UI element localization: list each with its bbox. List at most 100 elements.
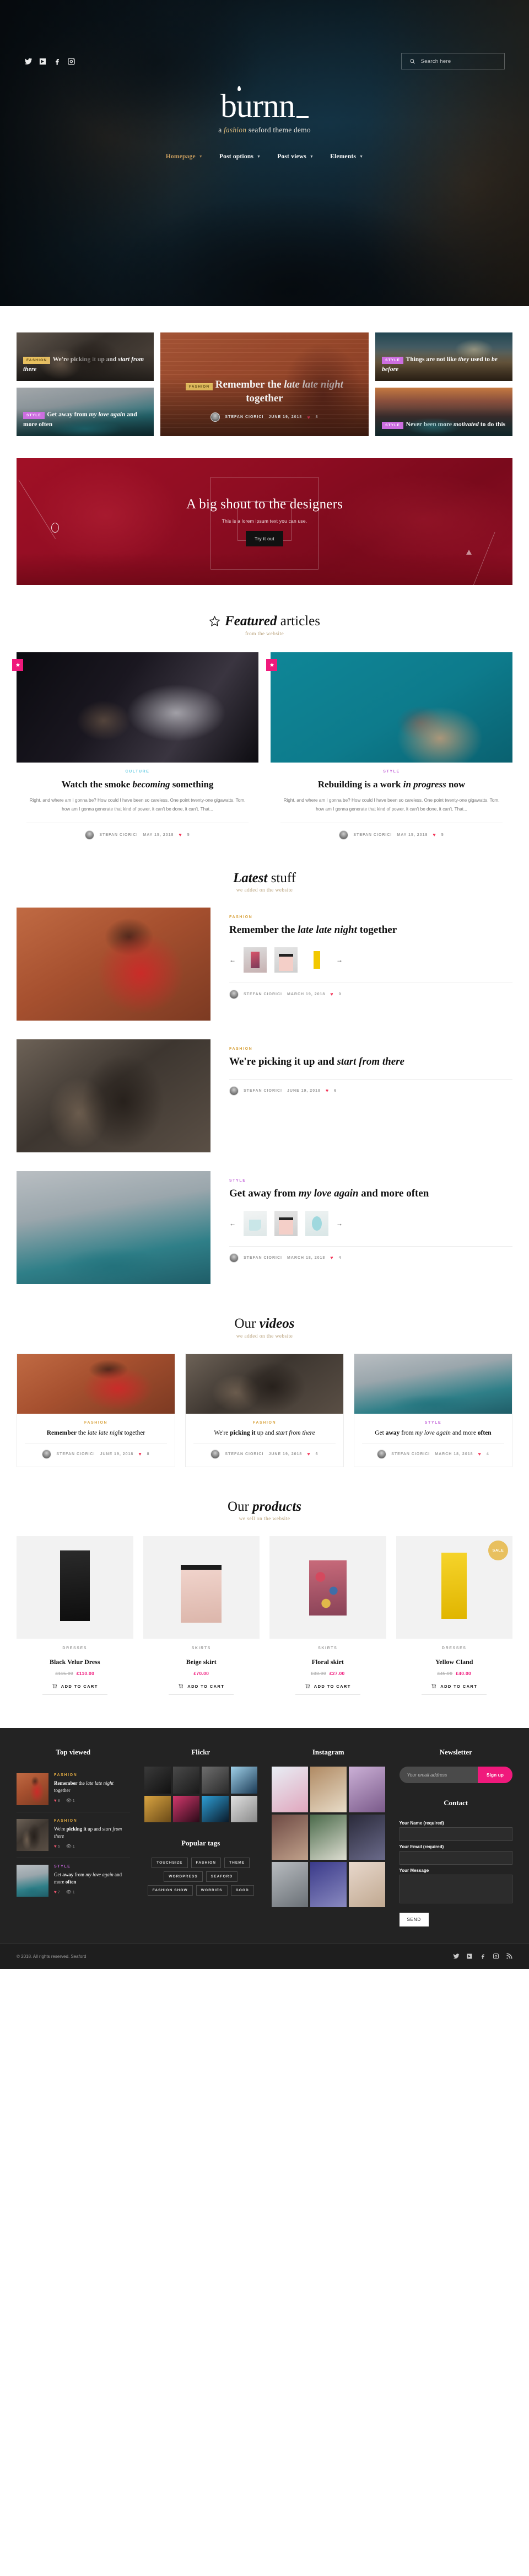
post-category[interactable]: STYLE [362, 1421, 504, 1425]
carousel-prev-button[interactable]: ← [229, 956, 236, 964]
rss-icon[interactable] [506, 1953, 512, 1960]
nav-item-elements[interactable]: Elements ▼ [330, 153, 363, 160]
post-category[interactable]: FASHION [193, 1421, 336, 1425]
post-category[interactable]: STYLE [280, 770, 503, 774]
flickr-photo[interactable] [230, 1795, 257, 1823]
instagram-photo[interactable] [348, 1814, 385, 1860]
post-category[interactable]: FASHION [54, 1819, 130, 1823]
flickr-photo[interactable] [144, 1767, 171, 1794]
product-thumb[interactable] [305, 1210, 328, 1236]
video-card[interactable]: STYLE Get away from my love again and mo… [354, 1353, 512, 1467]
tag-item[interactable]: WORRIES [196, 1885, 228, 1896]
video-card[interactable]: FASHION We're picking it up and start fr… [185, 1353, 344, 1467]
video-thumbnail[interactable] [17, 1354, 175, 1414]
twitter-icon[interactable] [453, 1953, 460, 1960]
instagram-photo[interactable] [348, 1861, 385, 1908]
product-thumb[interactable] [274, 947, 298, 973]
post-category[interactable]: CULTURE [26, 770, 249, 774]
flickr-photo[interactable] [202, 1767, 229, 1794]
newsletter-email-input[interactable] [399, 1767, 478, 1784]
flickr-photo[interactable] [172, 1767, 200, 1794]
facebook-icon[interactable] [479, 1953, 486, 1960]
product-thumb[interactable] [305, 947, 328, 973]
product-image[interactable] [269, 1536, 386, 1639]
nav-item-post-views[interactable]: Post views ▼ [277, 153, 314, 160]
product-thumb[interactable] [244, 1210, 267, 1236]
featured-card[interactable]: STYLE Rebuilding is a work in progress n… [266, 652, 512, 840]
vimeo-icon[interactable] [39, 57, 47, 66]
post-category[interactable]: FASHION [25, 1421, 167, 1425]
product-image[interactable] [17, 1536, 133, 1639]
site-logo[interactable]: burnn [220, 86, 309, 122]
mosaic-tile-things-are-not[interactable]: STYLE Things are not like they used to b… [375, 332, 512, 381]
product-image[interactable] [143, 1536, 260, 1639]
product-image[interactable]: SALE [396, 1536, 512, 1639]
instagram-photo[interactable] [272, 1814, 308, 1860]
mosaic-tile-remember-hero[interactable]: FASHION Remember the late late night tog… [160, 332, 369, 436]
instagram-photo[interactable] [310, 1814, 347, 1860]
tag-item[interactable]: GOOD [230, 1885, 254, 1896]
video-thumbnail[interactable] [186, 1354, 343, 1414]
latest-post-row[interactable]: FASHION Remember the late late night tog… [17, 908, 512, 1021]
top-viewed-item[interactable]: FASHION Remember the late late night tog… [17, 1767, 130, 1813]
latest-post-row[interactable]: STYLE Get away from my love again and mo… [17, 1171, 512, 1285]
featured-card[interactable]: CULTURE Watch the smoke becoming somethi… [12, 652, 258, 840]
top-viewed-item[interactable]: FASHION We're picking it up and start fr… [17, 1812, 130, 1859]
search-input[interactable] [420, 58, 496, 65]
product-card[interactable]: SKIRTS Beige skirt £70.00 ADD TO CART [143, 1536, 260, 1695]
video-thumbnail[interactable] [354, 1354, 512, 1414]
instagram-icon[interactable] [67, 57, 75, 66]
instagram-photo[interactable] [272, 1861, 308, 1908]
nav-item-post-options[interactable]: Post options ▼ [219, 153, 261, 160]
vimeo-icon[interactable] [466, 1953, 473, 1960]
flickr-photo[interactable] [202, 1795, 229, 1823]
add-to-cart-button[interactable]: ADD TO CART [295, 1683, 360, 1695]
facebook-icon[interactable] [53, 57, 61, 66]
newsletter-signup-button[interactable]: Sign up [477, 1767, 512, 1784]
nav-item-homepage[interactable]: Homepage ▼ [166, 153, 203, 160]
post-category[interactable]: FASHION [229, 915, 512, 919]
flickr-photo[interactable] [172, 1795, 200, 1823]
twitter-icon[interactable] [24, 57, 33, 66]
instagram-photo[interactable] [310, 1767, 347, 1812]
contact-name-input[interactable] [399, 1827, 512, 1842]
product-card[interactable]: DRESSES Black Velur Dress £115.00 £110.00… [17, 1536, 133, 1695]
instagram-photo[interactable] [310, 1861, 347, 1908]
flickr-photo[interactable] [230, 1767, 257, 1794]
latest-post-row[interactable]: FASHION We're picking it up and start fr… [17, 1039, 512, 1153]
mosaic-tile-picking-it-up[interactable]: FASHION We're picking it up and start fr… [17, 332, 154, 381]
instagram-icon[interactable] [493, 1953, 499, 1960]
post-category[interactable]: STYLE [229, 1179, 512, 1183]
instagram-photo[interactable] [348, 1767, 385, 1812]
contact-send-button[interactable]: SEND [399, 1913, 429, 1927]
product-thumb[interactable] [274, 1210, 298, 1236]
post-category[interactable]: FASHION [54, 1773, 130, 1777]
promo-cta-button[interactable]: Try it out [246, 531, 283, 546]
carousel-next-button[interactable]: → [336, 1220, 343, 1227]
contact-email-input[interactable] [399, 1851, 512, 1865]
mosaic-tile-get-away[interactable]: STYLE Get away from my love again and mo… [17, 388, 154, 436]
post-category[interactable]: FASHION [229, 1047, 512, 1051]
tag-item[interactable]: WORDPRESS [164, 1871, 203, 1882]
header-search[interactable] [401, 53, 505, 69]
mosaic-tile-never-motivated[interactable]: STYLE Never been more motivated to do th… [375, 388, 512, 436]
instagram-photo[interactable] [272, 1767, 308, 1812]
flickr-photo[interactable] [144, 1795, 171, 1823]
product-card[interactable]: SKIRTS Floral skirt £33.00 £27.00 ADD TO … [269, 1536, 386, 1695]
add-to-cart-button[interactable]: ADD TO CART [169, 1683, 234, 1695]
tag-item[interactable]: FASHION [191, 1858, 222, 1869]
carousel-next-button[interactable]: → [336, 956, 343, 964]
tag-item[interactable]: SEAFORD [206, 1871, 238, 1882]
product-card[interactable]: SALE DRESSES Yellow Cland £45.00 £40.00 A… [396, 1536, 512, 1695]
tag-item[interactable]: FASHION SHOW [147, 1885, 193, 1896]
post-category[interactable]: STYLE [54, 1865, 130, 1869]
contact-message-textarea[interactable] [399, 1875, 512, 1904]
top-viewed-item[interactable]: STYLE Get away from my love again and mo… [17, 1858, 130, 1903]
add-to-cart-button[interactable]: ADD TO CART [42, 1683, 107, 1695]
add-to-cart-button[interactable]: ADD TO CART [422, 1683, 487, 1695]
tag-item[interactable]: THEME [224, 1858, 250, 1869]
tag-item[interactable]: TOUCHSIZE [152, 1858, 188, 1869]
carousel-prev-button[interactable]: ← [229, 1220, 236, 1227]
video-card[interactable]: FASHION Remember the late late night tog… [17, 1353, 175, 1467]
product-thumb[interactable] [244, 947, 267, 973]
